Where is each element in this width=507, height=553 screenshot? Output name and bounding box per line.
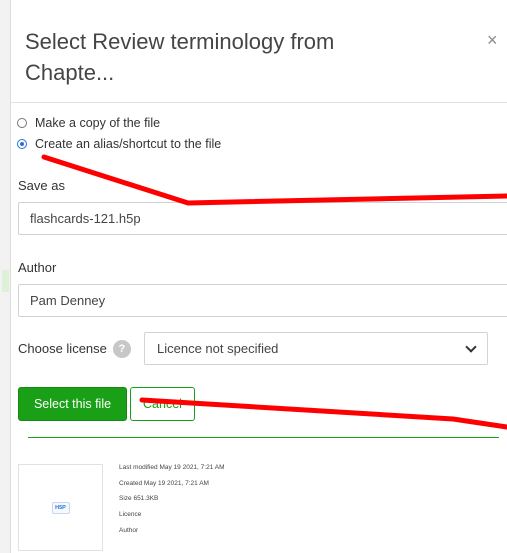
radio-label-copy: Make a copy of the file bbox=[35, 116, 161, 130]
file-thumbnail: H5P bbox=[18, 464, 103, 551]
file-licence: Licence bbox=[119, 511, 142, 518]
h5p-file-icon: H5P bbox=[51, 501, 70, 514]
background-page-strip bbox=[0, 0, 11, 553]
section-divider bbox=[28, 437, 499, 438]
save-as-input[interactable]: flashcards-121.h5p bbox=[18, 202, 507, 235]
select-file-button[interactable]: Select this file bbox=[18, 387, 127, 421]
license-label: Choose license bbox=[18, 341, 107, 356]
file-size: Size 651.3KB bbox=[119, 495, 159, 502]
author-input[interactable]: Pam Denney bbox=[18, 284, 507, 317]
radio-button-copy[interactable] bbox=[17, 118, 27, 128]
license-row: Choose license ? bbox=[18, 332, 131, 365]
radio-label-alias: Create an alias/shortcut to the file bbox=[35, 137, 222, 151]
license-select[interactable]: Licence not specified bbox=[144, 332, 488, 365]
radio-option-alias[interactable]: Create an alias/shortcut to the file bbox=[17, 136, 221, 152]
dialog-title: Select Review terminology from Chapte... bbox=[25, 29, 335, 85]
author-label: Author bbox=[18, 260, 57, 275]
radio-button-alias[interactable] bbox=[17, 139, 27, 149]
file-created: Created May 19 2021, 7:21 AM bbox=[119, 480, 209, 487]
file-last-modified: Last modified May 19 2021, 7:21 AM bbox=[119, 464, 225, 471]
background-highlight bbox=[2, 270, 9, 292]
file-author: Author bbox=[119, 527, 139, 534]
radio-option-copy[interactable]: Make a copy of the file bbox=[17, 115, 160, 131]
file-picker-dialog: Select Review terminology from Chapte...… bbox=[11, 0, 507, 553]
cancel-button[interactable]: Cancel bbox=[130, 387, 195, 421]
dialog-header: Select Review terminology from Chapte...… bbox=[11, 0, 507, 103]
save-as-label: Save as bbox=[18, 178, 65, 193]
license-selected-value: Licence not specified bbox=[157, 341, 279, 356]
help-icon[interactable]: ? bbox=[112, 339, 131, 358]
close-icon[interactable]: × bbox=[487, 30, 498, 51]
chevron-down-icon bbox=[465, 340, 477, 353]
